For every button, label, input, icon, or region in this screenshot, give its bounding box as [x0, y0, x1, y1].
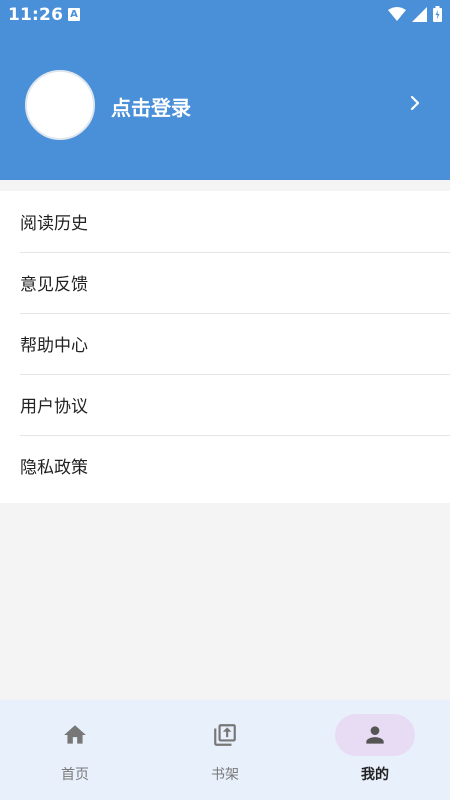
profile-header: 11:26 A 点击登录 [0, 0, 450, 180]
menu-item-label: 用户协议 [20, 397, 88, 417]
avatar[interactable] [25, 70, 95, 140]
status-icons [388, 6, 442, 22]
home-icon [62, 722, 88, 748]
wifi-icon [388, 7, 406, 21]
tab-bookshelf[interactable]: 书架 [150, 700, 300, 800]
tab-label: 我的 [361, 767, 389, 783]
chevron-right-icon[interactable] [410, 95, 420, 115]
menu-item-label: 意见反馈 [20, 275, 88, 295]
login-row[interactable]: 点击登录 [0, 68, 450, 142]
tab-mine[interactable]: 我的 [300, 700, 450, 800]
bookshelf-icon [212, 722, 238, 748]
tab-label: 首页 [61, 767, 89, 783]
person-icon [362, 722, 388, 748]
bottom-tab-bar: 首页 书架 我的 [0, 700, 450, 800]
signal-icon [412, 6, 427, 22]
tab-label: 书架 [211, 767, 239, 783]
menu-item-label: 帮助中心 [20, 336, 88, 356]
menu-item-reading-history[interactable]: 阅读历史 [0, 191, 450, 252]
status-time: 11:26 [8, 5, 64, 25]
menu-item-label: 阅读历史 [20, 214, 88, 234]
menu-item-label: 隐私政策 [20, 458, 88, 478]
login-label[interactable]: 点击登录 [111, 92, 191, 121]
tab-home[interactable]: 首页 [0, 700, 150, 800]
menu-item-feedback[interactable]: 意见反馈 [0, 252, 450, 313]
menu-item-help-center[interactable]: 帮助中心 [0, 313, 450, 374]
status-bar: 11:26 A [0, 0, 450, 32]
notification-a-icon: A [68, 8, 80, 21]
settings-menu: 阅读历史 意见反馈 帮助中心 用户协议 隐私政策 [0, 191, 450, 503]
menu-item-privacy-policy[interactable]: 隐私政策 [0, 435, 450, 496]
battery-icon [433, 6, 442, 22]
menu-item-user-agreement[interactable]: 用户协议 [0, 374, 450, 435]
